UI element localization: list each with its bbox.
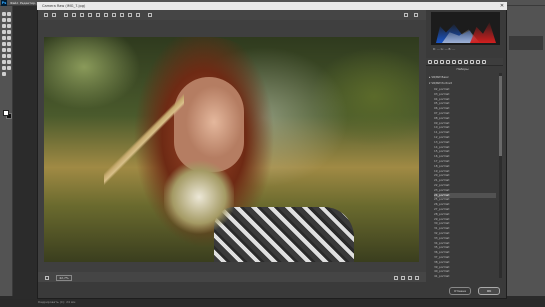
tab-presets[interactable]: [476, 60, 480, 64]
fullscreen-icon[interactable]: [404, 13, 408, 17]
crop-icon[interactable]: [88, 13, 92, 17]
copy-settings-icon[interactable]: [408, 276, 412, 280]
preview-photo[interactable]: [44, 37, 419, 262]
status-bar: Кадрировать (С): 24 мм: [0, 299, 545, 307]
tab-snapshots[interactable]: [482, 60, 486, 64]
tab-tone-curve[interactable]: [434, 60, 438, 64]
hand-icon[interactable]: [52, 13, 56, 17]
photo-subject-shirt: [214, 207, 354, 262]
magic-wand-icon[interactable]: [7, 18, 11, 22]
presets-title: Наборы: [456, 67, 469, 71]
zoom-icon[interactable]: [44, 13, 48, 17]
tab-calibration[interactable]: [470, 60, 474, 64]
share-icon[interactable]: [414, 13, 418, 17]
blur-tool-icon[interactable]: [2, 48, 6, 52]
tab-lens[interactable]: [458, 60, 462, 64]
status-text: Кадрировать (С): 24 мм: [38, 300, 76, 304]
zoom-tool-icon[interactable]: [7, 66, 11, 70]
extra-tools-icon[interactable]: [2, 72, 6, 76]
healing-brush-icon[interactable]: [2, 30, 6, 34]
marquee-tool-icon[interactable]: [7, 12, 11, 16]
color-sampler-icon[interactable]: [72, 13, 76, 17]
zoom-level[interactable]: 42,7%: [56, 275, 72, 281]
close-icon[interactable]: ✕: [497, 2, 507, 10]
white-balance-icon[interactable]: [64, 13, 68, 17]
toggle-settings-icon[interactable]: [415, 276, 419, 280]
tab-hsl[interactable]: [446, 60, 450, 64]
tab-basic[interactable]: [428, 60, 432, 64]
tab-effects[interactable]: [464, 60, 468, 64]
menu-item-edit[interactable]: Редактир.: [20, 0, 36, 6]
ok-button[interactable]: OK: [478, 287, 500, 295]
dialog-title-bar[interactable]: [37, 2, 507, 10]
tab-split-toning[interactable]: [452, 60, 456, 64]
clone-stamp-icon[interactable]: [2, 36, 6, 40]
cancel-button[interactable]: Отмена: [449, 287, 471, 295]
tab-detail[interactable]: [440, 60, 444, 64]
eyedropper-icon[interactable]: [7, 24, 11, 28]
targeted-adjust-icon[interactable]: [80, 13, 84, 17]
rgb-readout: R: --- G: --- B: ---: [433, 47, 456, 51]
brush-tool-icon[interactable]: [7, 30, 11, 34]
lasso-tool-icon[interactable]: [2, 18, 6, 22]
move-tool-icon[interactable]: [2, 12, 6, 16]
graduated-filter-icon[interactable]: [128, 13, 132, 17]
tools-panel: [0, 6, 13, 296]
dialog-title: Camera Raw (IMG_7.jpg): [42, 4, 86, 8]
dodge-tool-icon[interactable]: [7, 48, 11, 52]
adjustment-brush-icon[interactable]: [120, 13, 124, 17]
shape-tool-icon[interactable]: [7, 60, 11, 64]
preferences-icon[interactable]: [148, 13, 152, 17]
preset-scroll-thumb[interactable]: [499, 76, 502, 156]
preview-bottom-bar: [38, 272, 426, 282]
preset-list: ▸ ЧБ/BW Basic ▾ ЧБ/BW Portrait 02_portra…: [426, 73, 499, 278]
panel-preview: [509, 36, 543, 50]
zoom-out-icon[interactable]: [45, 276, 49, 280]
before-after-icon[interactable]: [394, 276, 398, 280]
gradient-tool-icon[interactable]: [7, 42, 11, 46]
spot-removal-icon[interactable]: [104, 13, 108, 17]
photo-flowers: [164, 157, 234, 237]
eraser-tool-icon[interactable]: [2, 42, 6, 46]
preset-item[interactable]: 41_portrait: [434, 274, 496, 279]
crop-tool-icon[interactable]: [2, 24, 6, 28]
history-brush-icon[interactable]: [7, 36, 11, 40]
type-tool-icon[interactable]: [7, 54, 11, 58]
hand-tool-icon[interactable]: [2, 66, 6, 70]
workflow-options: [38, 285, 426, 297]
preset-group[interactable]: ▸ ЧБ/BW Basic: [429, 75, 449, 80]
straighten-icon[interactable]: [96, 13, 100, 17]
pen-tool-icon[interactable]: [2, 54, 6, 58]
red-eye-icon[interactable]: [112, 13, 116, 17]
swap-icon[interactable]: [401, 276, 405, 280]
radial-filter-icon[interactable]: [136, 13, 140, 17]
path-selection-icon[interactable]: [2, 60, 6, 64]
foreground-color-swatch[interactable]: [3, 110, 9, 116]
preset-group[interactable]: ▾ ЧБ/BW Portrait: [429, 81, 452, 86]
